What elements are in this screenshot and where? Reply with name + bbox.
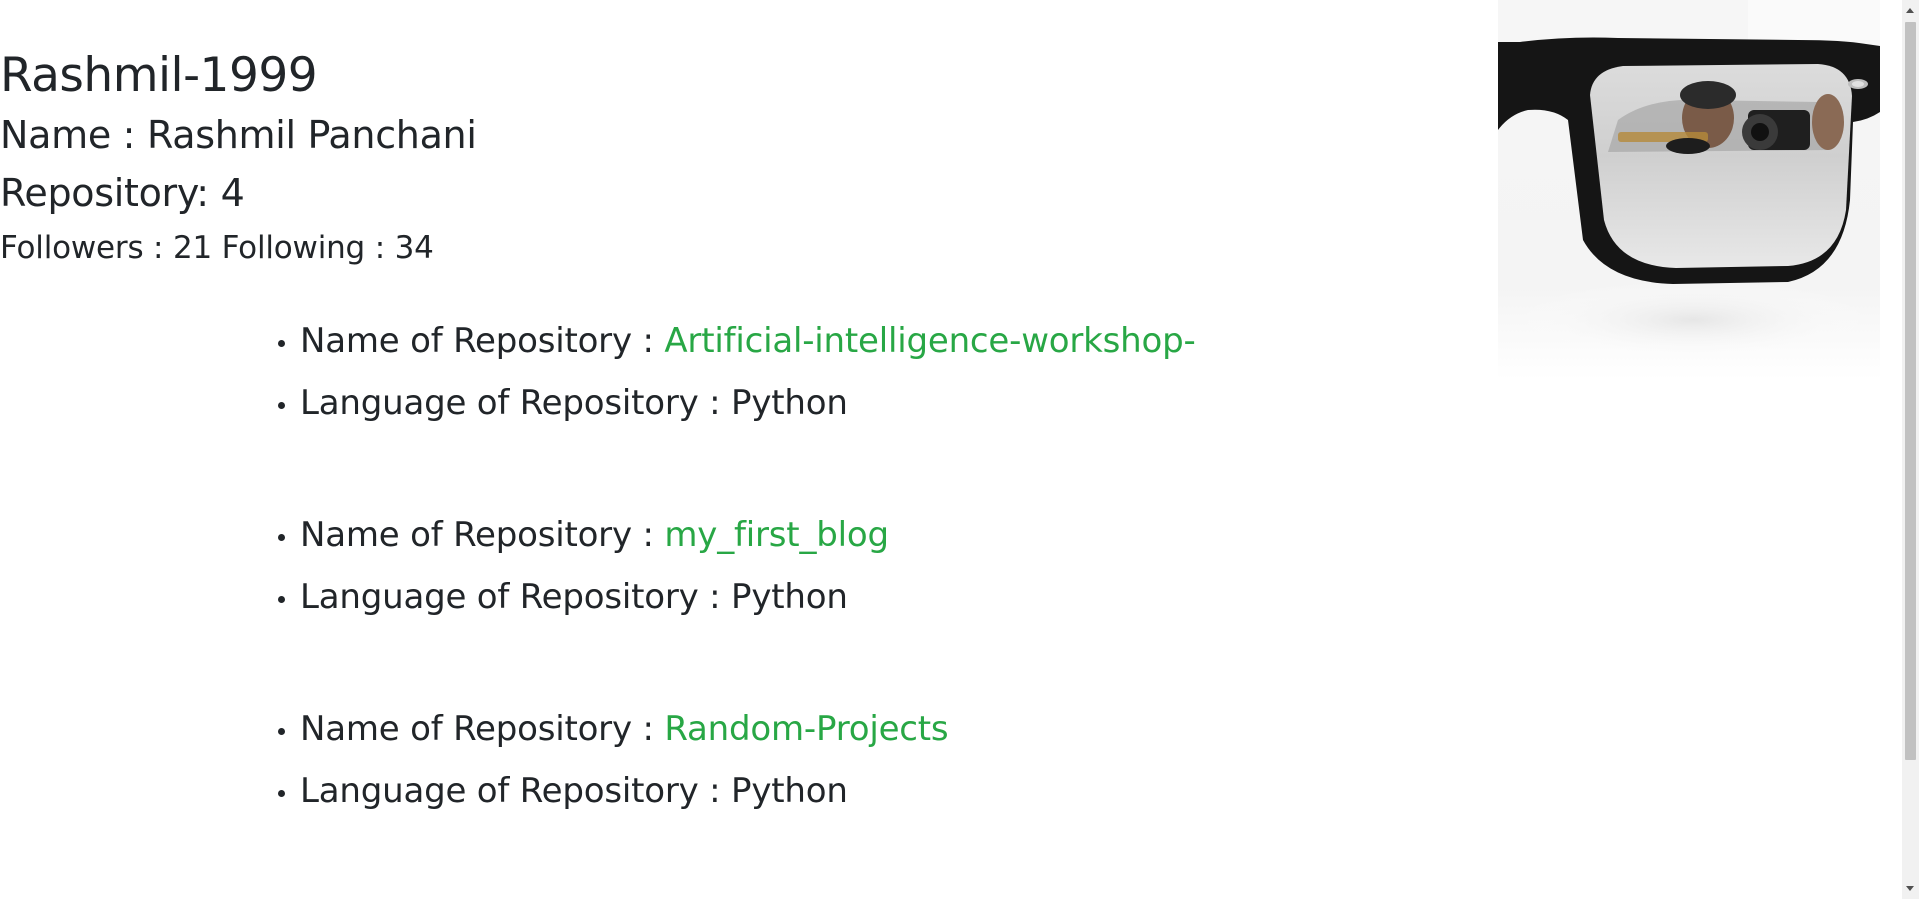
bullet-icon (278, 596, 285, 603)
repository-item: Name of Repository : my_first_blog Langu… (270, 504, 1370, 628)
repository-language-row: Language of Repository : Python (270, 372, 1370, 434)
repository-language-row: Language of Repository : Python (270, 760, 1370, 822)
scrollbar-thumb[interactable] (1905, 22, 1916, 760)
repository-name-row: Name of Repository : Random-Projects (270, 698, 1370, 760)
full-name: Name : Rashmil Panchani (0, 113, 477, 157)
repository-link[interactable]: my_first_blog (664, 515, 889, 555)
repository-item: Name of Repository : Artificial-intellig… (270, 310, 1370, 434)
repository-language: Language of Repository : Python (300, 383, 848, 423)
avatar-photo-icon (1498, 0, 1880, 380)
bullet-icon (278, 340, 285, 347)
profile-header: Rashmil-1999 Name : Rashmil Panchani Rep… (0, 46, 477, 274)
repository-link[interactable]: Artificial-intelligence-workshop- (664, 321, 1195, 361)
bullet-icon (278, 402, 285, 409)
repository-name-label: Name of Repository : (300, 321, 665, 361)
repository-language-row: Language of Repository : Python (270, 566, 1370, 628)
bullet-icon (278, 790, 285, 797)
repository-name-label: Name of Repository : (300, 515, 665, 555)
avatar (1498, 0, 1880, 380)
scroll-up-arrow-icon[interactable] (1906, 8, 1914, 13)
follow-stats: Followers : 21 Following : 34 (0, 230, 434, 266)
scroll-down-arrow-icon[interactable] (1906, 886, 1914, 891)
repository-list: Name of Repository : Artificial-intellig… (270, 310, 1370, 892)
username-heading: Rashmil-1999 (0, 48, 318, 103)
repository-name-row: Name of Repository : Artificial-intellig… (270, 310, 1370, 372)
repository-name-label: Name of Repository : (300, 709, 665, 749)
bullet-icon (278, 534, 285, 541)
repository-name-row: Name of Repository : my_first_blog (270, 504, 1370, 566)
bullet-icon (278, 728, 285, 735)
vertical-scrollbar[interactable] (1902, 0, 1919, 899)
repository-link[interactable]: Random-Projects (664, 709, 948, 749)
repository-language: Language of Repository : Python (300, 771, 848, 811)
repository-count: Repository: 4 (0, 171, 245, 215)
repository-language: Language of Repository : Python (300, 577, 848, 617)
page: Rashmil-1999 Name : Rashmil Panchani Rep… (0, 0, 1919, 899)
repository-item: Name of Repository : Random-Projects Lan… (270, 698, 1370, 822)
